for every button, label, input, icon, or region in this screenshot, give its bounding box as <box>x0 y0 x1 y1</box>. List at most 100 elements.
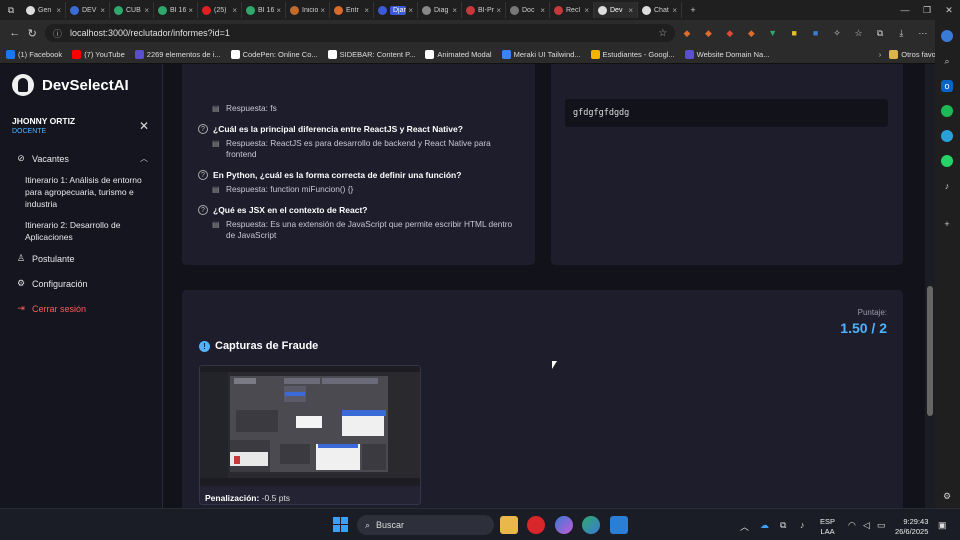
windows-start-icon[interactable] <box>333 517 348 532</box>
copilot-icon[interactable] <box>941 30 953 42</box>
tab-close-icon[interactable]: × <box>672 6 677 15</box>
tab-close-icon[interactable]: × <box>320 6 325 15</box>
fraud-capture-card[interactable]: Penalización: -0.5 pts <box>199 365 421 505</box>
extensions-puzzle-icon[interactable]: ✧ <box>827 26 846 40</box>
bookmark-item[interactable]: Animated Modal <box>425 50 492 59</box>
add-icon[interactable]: + <box>941 218 953 230</box>
sidebar-subitem-itinerario-1[interactable]: Itinerario 1: Análisis de entorno para a… <box>25 174 153 210</box>
tiktok-icon[interactable]: ♪ <box>941 180 953 192</box>
url-input[interactable] <box>70 28 659 38</box>
minimize-icon[interactable]: — <box>894 5 916 15</box>
more-menu-icon[interactable]: ⋯ <box>913 26 932 40</box>
tab-close-icon[interactable]: × <box>540 6 545 15</box>
search-icon[interactable]: ⌕ <box>941 55 953 67</box>
tab-close-icon[interactable]: × <box>100 6 105 15</box>
extension-icon[interactable]: ■ <box>784 26 803 40</box>
vscode-icon[interactable] <box>610 516 628 534</box>
browser-tab[interactable]: Django× <box>374 2 418 18</box>
tab-close-icon[interactable]: × <box>364 6 369 15</box>
tab-close-icon[interactable]: × <box>496 6 501 15</box>
tab-close-icon[interactable]: × <box>628 6 633 15</box>
bookmark-item[interactable]: (1) Facebook <box>6 50 62 59</box>
bookmark-item[interactable]: Website Domain Na... <box>684 50 769 59</box>
tab-close-icon[interactable]: × <box>408 6 413 15</box>
fraud-screenshot-image[interactable] <box>200 366 420 486</box>
address-bar[interactable]: ⓘ ☆ <box>45 24 676 42</box>
back-icon[interactable]: ← <box>6 27 24 39</box>
taskbar-search[interactable]: ⌕ Buscar <box>357 515 494 535</box>
browser-tab[interactable]: Gen × <box>22 2 66 18</box>
copilot-icon[interactable] <box>555 516 573 534</box>
tab-close-icon[interactable]: × <box>232 6 237 15</box>
favorites-icon[interactable]: ☆ <box>849 26 868 40</box>
scrollbar-thumb[interactable] <box>927 286 933 416</box>
browser-tab[interactable]: BI 16 × <box>154 2 198 18</box>
opera-icon[interactable] <box>527 516 545 534</box>
browser-tab[interactable]: Chat × <box>638 2 682 18</box>
sidebar-subitem-itinerario-2[interactable]: Itinerario 2: Desarrollo de Aplicaciones <box>25 219 153 243</box>
sidebar-item-postulante[interactable]: ♙ Postulante <box>16 253 75 264</box>
tab-close-icon[interactable]: × <box>584 6 589 15</box>
extension-icon[interactable]: ◆ <box>677 26 696 40</box>
tab-actions-icon[interactable]: ⧉ <box>0 5 22 16</box>
microphone-icon[interactable]: ♪ <box>800 520 805 530</box>
new-tab-button[interactable]: + <box>682 5 704 15</box>
collections-icon[interactable]: ⧉ <box>870 26 889 40</box>
tab-close-icon[interactable]: × <box>56 6 61 15</box>
shield-icon[interactable]: ▼ <box>763 26 782 40</box>
page-scrollbar[interactable] <box>925 64 935 508</box>
tab-close-icon[interactable]: × <box>144 6 149 15</box>
reload-icon[interactable]: ↻ <box>24 27 42 40</box>
chevron-right-icon[interactable]: › <box>879 50 882 59</box>
brand[interactable]: DevSelectAI <box>12 74 129 96</box>
browser-tab[interactable]: Inicio × <box>286 2 330 18</box>
chevron-up-icon[interactable]: ︿ <box>740 520 749 533</box>
bookmark-item[interactable]: Estudiantes - Googl... <box>590 50 675 59</box>
extension-icon[interactable]: ◆ <box>720 26 739 40</box>
browser-tab[interactable]: Doc × <box>506 2 550 18</box>
tab-close-icon[interactable]: × <box>452 6 457 15</box>
browser-tab[interactable]: Recl × <box>550 2 594 18</box>
browser-tab[interactable]: (25) × <box>198 2 242 18</box>
maximize-icon[interactable]: ❐ <box>916 5 938 16</box>
browser-tab[interactable]: Entr × <box>330 2 374 18</box>
browser-tab[interactable]: Dev × <box>594 2 638 18</box>
browser-tab[interactable]: BI-Pr × <box>462 2 506 18</box>
battery-icon[interactable]: ▭ <box>877 520 886 531</box>
whatsapp-icon[interactable] <box>941 155 953 167</box>
bookmark-item[interactable]: 2269 elementos de i... <box>134 50 221 59</box>
site-info-icon[interactable]: ⓘ <box>53 27 62 40</box>
close-window-icon[interactable]: ✕ <box>938 5 960 16</box>
extension-icon[interactable]: ◆ <box>699 26 718 40</box>
sidebar-item-logout[interactable]: ⇥ Cerrar sesión <box>16 303 86 314</box>
tab-close-icon[interactable]: × <box>276 6 281 15</box>
browser-tab[interactable]: BI 16 × <box>242 2 286 18</box>
browser-tab[interactable]: DEV × <box>66 2 110 18</box>
sidebar-item-vacantes[interactable]: ⊘ Vacantes ︿ <box>16 153 148 164</box>
bookmark-item[interactable]: Meraki UI Tailwind... <box>501 50 581 59</box>
volume-icon[interactable]: ◁ <box>863 520 870 531</box>
onedrive-icon[interactable]: ☁ <box>760 520 769 531</box>
settings-icon[interactable]: ⚙ <box>941 490 953 502</box>
bookmark-item[interactable]: (7) YouTube <box>72 50 125 59</box>
tab-close-icon[interactable]: × <box>188 6 193 15</box>
clock[interactable]: 9:29:43 26/6/2025 <box>895 517 928 537</box>
notification-icon[interactable]: ▣ <box>938 520 947 531</box>
browser-tab[interactable]: CUB × <box>110 2 154 18</box>
extension-icon[interactable]: ■ <box>806 26 825 40</box>
spotify-icon[interactable] <box>941 105 953 117</box>
downloads-icon[interactable]: ⤓ <box>892 26 911 40</box>
edge-icon[interactable] <box>582 516 600 534</box>
outlook-icon[interactable]: o <box>941 80 953 92</box>
wifi-icon[interactable]: ◠ <box>848 520 856 531</box>
bookmark-item[interactable]: CodePen: Online Co... <box>230 50 318 59</box>
language-indicator[interactable]: ESP LAA <box>820 517 835 537</box>
close-sidebar-button[interactable]: ✕ <box>139 119 149 133</box>
bookmark-star-icon[interactable]: ☆ <box>658 28 667 39</box>
telegram-icon[interactable] <box>941 130 953 142</box>
sidebar-item-configuracion[interactable]: ⚙ Configuración <box>16 278 88 289</box>
display-icon[interactable]: ⧉ <box>780 520 786 531</box>
extension-icon[interactable]: ◆ <box>742 26 761 40</box>
browser-tab[interactable]: Diag × <box>418 2 462 18</box>
file-explorer-icon[interactable] <box>500 516 518 534</box>
